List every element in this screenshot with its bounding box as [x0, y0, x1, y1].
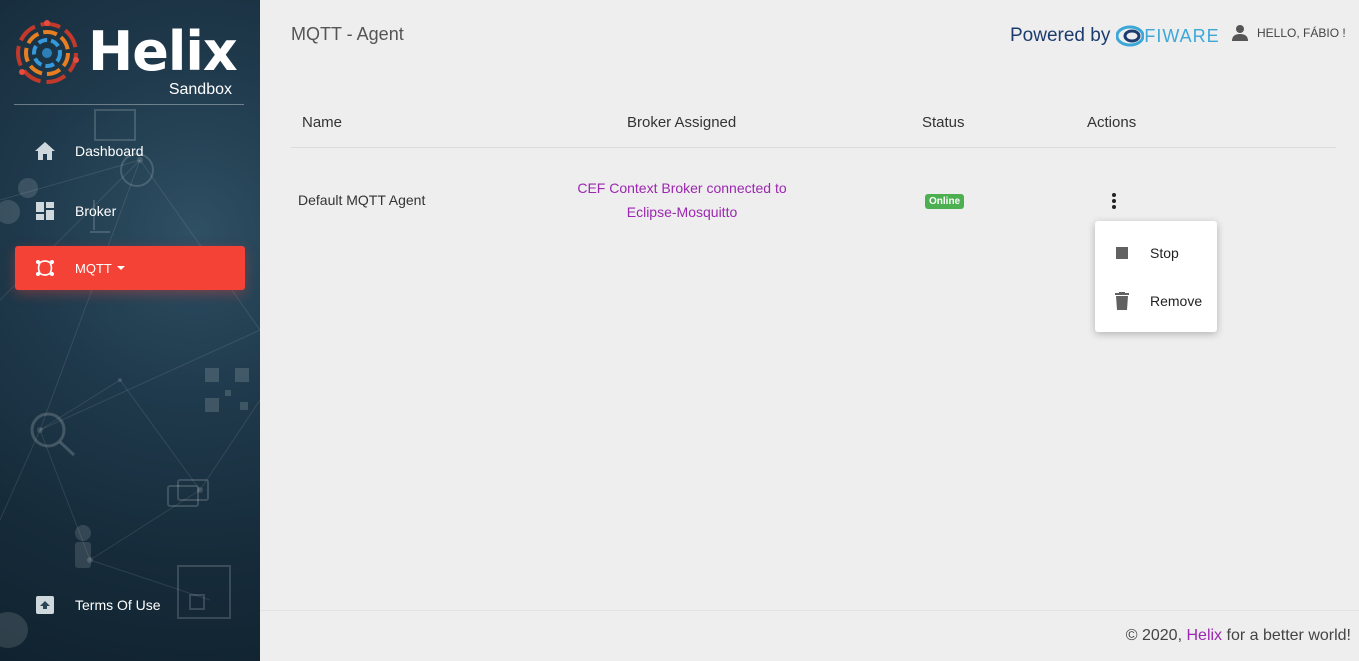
- helix-logo-icon: [16, 20, 79, 84]
- agent-name: Default MQTT Agent: [298, 192, 426, 208]
- brand-name: Helix: [88, 20, 238, 83]
- brand-subtitle: Sandbox: [168, 81, 232, 98]
- footer-brand-link[interactable]: Helix: [1186, 627, 1222, 644]
- sidebar-divider: [14, 104, 244, 105]
- caret-down-icon: [116, 266, 125, 270]
- fiware-label: FIWARE: [1144, 25, 1220, 46]
- sidebar-item-mqtt[interactable]: MQTT: [15, 246, 245, 290]
- powered-by-label: Powered by: [1010, 25, 1111, 46]
- page-title: MQTT - Agent: [291, 24, 404, 44]
- column-header-name: Name: [302, 114, 343, 131]
- footer-prefix: © 2020,: [1125, 627, 1183, 644]
- menu-item-remove[interactable]: Remove: [1095, 281, 1217, 321]
- fiware-swirl-icon: [1116, 25, 1145, 47]
- footer-divider: [260, 610, 1359, 611]
- sidebar-item-label: Dashboard: [75, 143, 144, 159]
- sidebar-item-label: Broker: [75, 203, 117, 219]
- person-icon: [1232, 25, 1248, 41]
- helix-logo[interactable]: Helix Sandbox: [14, 18, 244, 104]
- column-header-broker: Broker Assigned: [627, 114, 737, 131]
- broker-line-2: Eclipse-Mosquitto: [626, 204, 738, 220]
- actions-dropdown-menu: Stop Remove: [1095, 221, 1217, 332]
- sidebar-item-terms[interactable]: Terms Of Use: [15, 583, 245, 627]
- broker-line-1: CEF Context Broker connected to: [577, 180, 787, 196]
- sidebar-item-broker[interactable]: Broker: [15, 189, 245, 233]
- footer-suffix: for a better world!: [1226, 627, 1352, 644]
- more-vert-icon[interactable]: [1104, 190, 1124, 212]
- sidebar-item-dashboard[interactable]: Dashboard: [15, 129, 245, 173]
- stop-icon: [1114, 247, 1130, 259]
- column-header-actions: Actions: [1087, 114, 1137, 131]
- mqtt-icon: [35, 258, 55, 278]
- sidebar-item-label: Terms Of Use: [75, 597, 161, 613]
- home-icon: [35, 141, 55, 161]
- menu-item-stop[interactable]: Stop: [1095, 233, 1217, 273]
- sidebar: Helix Sandbox Dashboard Broker MQTT Term…: [0, 0, 260, 661]
- user-greeting: HELLO, FÁBIO !: [1257, 26, 1346, 40]
- archive-icon: [35, 595, 55, 615]
- menu-item-label: Stop: [1150, 245, 1179, 261]
- table-header-divider: [291, 147, 1336, 148]
- broker-assigned-link[interactable]: CEF Context Broker connected to Eclipse-…: [572, 176, 792, 224]
- powered-by-fiware[interactable]: Powered by FIWARE: [1010, 22, 1220, 50]
- column-header-status: Status: [922, 114, 965, 131]
- sidebar-item-label: MQTT: [75, 260, 112, 276]
- user-menu[interactable]: HELLO, FÁBIO !: [1232, 25, 1346, 41]
- footer-copyright: © 2020, Helix for a better world!: [1126, 627, 1351, 645]
- status-badge: Online: [925, 194, 965, 209]
- trash-icon: [1114, 292, 1130, 310]
- fiware-logo: FIWARE: [1116, 25, 1219, 47]
- dashboard-grid-icon: [35, 201, 55, 221]
- menu-item-label: Remove: [1150, 293, 1203, 309]
